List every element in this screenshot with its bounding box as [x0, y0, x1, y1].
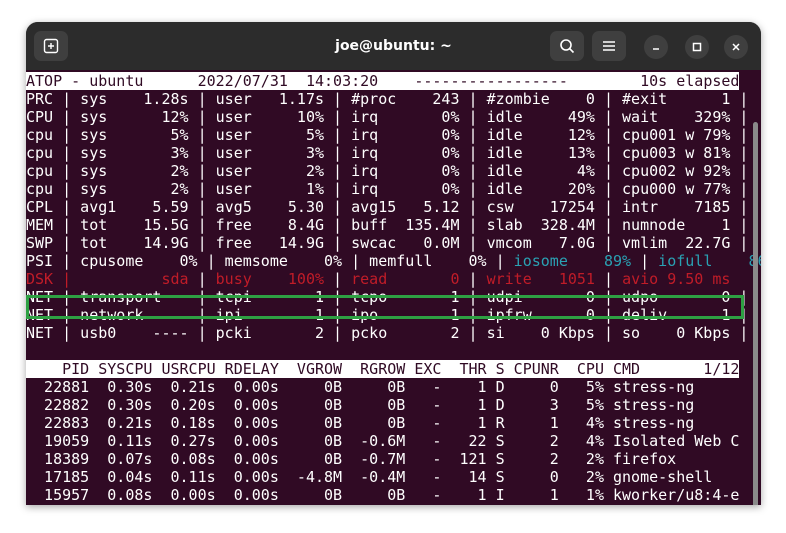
net-line: NET | usb0 ---- | pcki 2 | pcko 2 | si 0… [26, 324, 749, 342]
process-table-header: PID SYSCPU USRCPU RDELAY VGROW RGROW EXC… [26, 360, 740, 378]
header-host-time: ATOP - ubuntu 2022/07/31 14:03:20 [26, 72, 415, 90]
cpu-core-line: cpu | sys 2% | user 2% | irq 0% | idle 4… [26, 162, 749, 180]
mem-line: MEM | tot 15.5G | free 8.4G | buff 135.4… [26, 216, 749, 234]
search-icon [560, 39, 575, 54]
new-tab-button[interactable] [34, 31, 68, 61]
cpu-total-line: CPU | sys 12% | user 10% | irq 0% | idle… [26, 108, 749, 126]
menu-button[interactable] [592, 31, 626, 61]
terminal-area[interactable]: ATOP - ubuntu 2022/07/31 14:03:20 ------… [26, 70, 761, 505]
process-row: 22882 0.30s 0.20s 0.00s 0B 0B - 1 D 3 5%… [26, 396, 695, 414]
process-row: 18389 0.07s 0.08s 0.00s 0B -0.7M - 121 S… [26, 450, 677, 468]
header-elapsed: 10s elapsed [567, 72, 740, 90]
swp-line: SWP | tot 14.9G | free 14.9G | swcac 0.0… [26, 234, 749, 252]
process-row: 15957 0.08s 0.00s 0.00s 0B 0B - 1 I 1 1%… [26, 486, 740, 504]
maximize-icon [692, 42, 702, 52]
process-row: 22883 0.21s 0.18s 0.00s 0B 0B - 1 R 1 4%… [26, 414, 695, 432]
process-row: 17185 0.04s 0.11s 0.00s -4.8M -0.4M - 14… [26, 468, 713, 486]
psi-highlight-box [26, 295, 744, 319]
dsk-avio: avio 9.50 ms [622, 270, 731, 288]
cpu-core-line: cpu | sys 3% | user 3% | irq 0% | idle 1… [26, 144, 749, 162]
cpu-core-line: cpu | sys 2% | user 1% | irq 0% | idle 2… [26, 180, 749, 198]
cpu-core-line: cpu | sys 5% | user 5% | irq 0% | idle 1… [26, 126, 749, 144]
dsk-busy: busy 100% [215, 270, 325, 288]
atop-header-line: ATOP - ubuntu 2022/07/31 14:03:20 ------… [26, 72, 740, 90]
search-button[interactable] [550, 31, 584, 61]
terminal-scrollbar[interactable] [753, 122, 758, 505]
close-button[interactable] [724, 35, 748, 59]
terminal-window: joe@ubuntu: ~ ATOP - ubuntu 2022/07/31 1… [26, 22, 761, 505]
process-row: 22881 0.30s 0.21s 0.00s 0B 0B - 1 D 0 5%… [26, 378, 695, 396]
dsk-write: write 1051 [486, 270, 595, 288]
prc-line: PRC | sys 1.28s | user 1.17s | #proc 243… [26, 90, 749, 108]
minimize-button[interactable] [644, 35, 668, 59]
close-icon [732, 43, 740, 51]
maximize-button[interactable] [685, 35, 709, 59]
dsk-read: read 0 [351, 270, 460, 288]
hamburger-menu-icon [603, 41, 615, 51]
new-tab-icon [43, 38, 59, 54]
dsk-line: DSK | sda | busy 100% | read 0 | write 1… [26, 270, 731, 288]
cpl-line: CPL | avg1 5.59 | avg5 5.30 | avg15 5.12… [26, 198, 749, 216]
dsk-device: sda [161, 270, 189, 288]
title-bar[interactable]: joe@ubuntu: ~ [26, 22, 761, 70]
psi-iofull: iofull 86% [658, 252, 761, 270]
process-row: 19059 0.11s 0.27s 0.00s 0B -0.6M - 22 S … [26, 432, 740, 450]
psi-iosome: iosome 89% [513, 252, 632, 270]
psi-line: PSI | cpusome 0% | memsome 0% | memfull … [26, 252, 761, 270]
minimize-icon [653, 48, 659, 50]
header-flags: ----------------- [414, 72, 568, 90]
